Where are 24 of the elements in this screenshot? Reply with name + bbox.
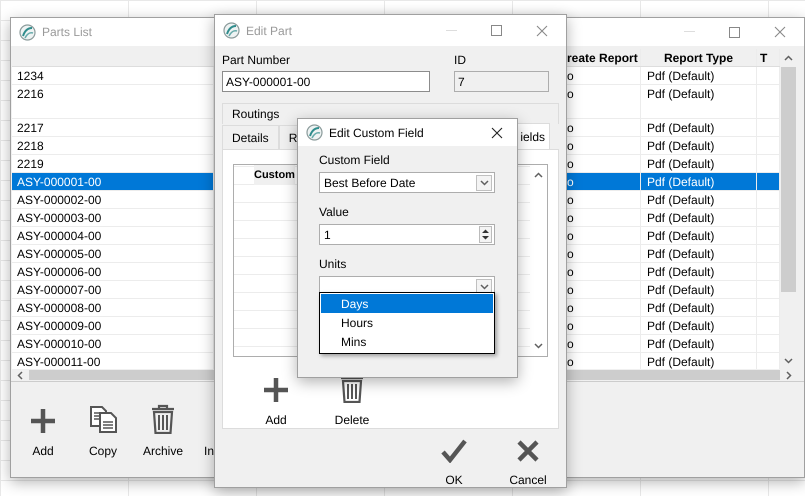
dialog-title: Edit Custom Field (329, 126, 424, 140)
table-cell: Pdf (Default) (641, 245, 757, 262)
table-cell: Pdf (Default) (641, 263, 757, 280)
input-field: 7 (454, 71, 549, 92)
field-label: Units (319, 256, 348, 272)
field-label: Custom Field (319, 152, 391, 168)
field-label: Part Number (222, 52, 292, 68)
table-cell: Pdf (Default) (641, 137, 757, 154)
table-cell: Pdf (Default) (641, 281, 757, 298)
table-cell: Pdf (Default) (641, 155, 757, 172)
field-label: Value (319, 204, 350, 220)
table-cell: Pdf (Default) (641, 85, 757, 118)
field-label: ID (454, 52, 467, 68)
table-cell: Pdf (Default) (641, 227, 757, 244)
table-cell: Pdf (Default) (641, 119, 757, 136)
table-cell: Pdf (Default) (641, 335, 757, 352)
table-cell: Pdf (Default) (641, 191, 757, 208)
table-cell: Pdf (Default) (641, 67, 757, 84)
table-cell: Pdf (Default) (641, 173, 757, 190)
table-cell: Pdf (Default) (641, 209, 757, 226)
window-title: Edit Part (246, 24, 292, 38)
table-cell: Pdf (Default) (641, 317, 757, 334)
window-title: Parts List (42, 25, 92, 39)
table-cell: Pdf (Default) (641, 299, 757, 316)
